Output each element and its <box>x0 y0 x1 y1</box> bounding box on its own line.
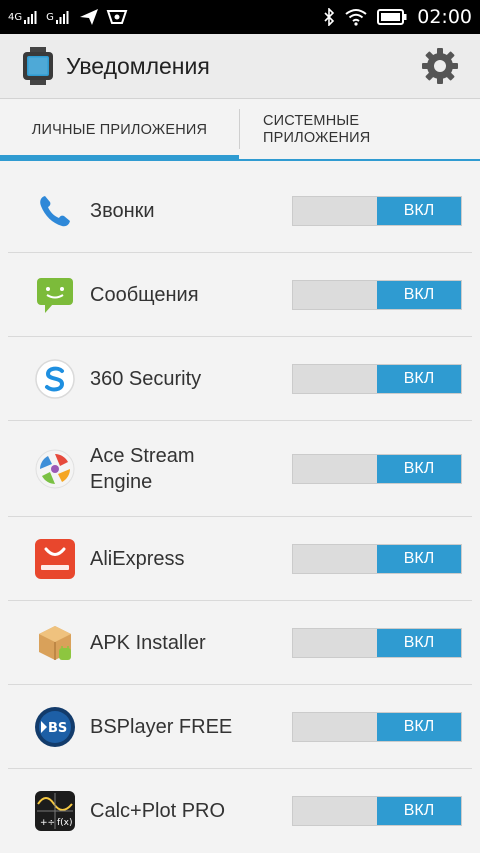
tab-personal-apps-label: ЛИЧНЫЕ ПРИЛОЖЕНИЯ <box>31 122 208 138</box>
page-title: Уведомления <box>66 53 210 79</box>
network-2-label: G <box>46 11 54 23</box>
notification-toggle[interactable]: ВКЛ <box>292 711 462 742</box>
action-bar: Уведомления <box>0 34 480 99</box>
toggle-on-label: ВКЛ <box>377 628 461 657</box>
360-security-icon <box>34 358 76 400</box>
bluetooth-icon <box>324 8 335 26</box>
network-1-label: 4G <box>8 11 23 23</box>
toggle-on-label: ВКЛ <box>377 280 461 309</box>
tab-personal-apps[interactable]: ЛИЧНЫЕ ПРИЛОЖЕНИЯ <box>0 99 239 161</box>
wifi-icon <box>345 9 367 26</box>
app-name: Звонки <box>90 199 155 222</box>
clock: 02:00 <box>417 6 472 28</box>
list-item: 360 Security ВКЛ <box>8 337 472 421</box>
status-right: 02:00 <box>323 0 472 34</box>
list-item: BS BSPlayer FREE ВКЛ <box>8 685 472 769</box>
toggle-on-label: ВКЛ <box>377 712 461 741</box>
app-name: APK Installer <box>90 631 206 654</box>
ace-stream-icon <box>34 448 76 490</box>
notification-toggle[interactable]: ВКЛ <box>292 796 462 826</box>
app-name: 360 Security <box>90 367 202 390</box>
toggle-on-label: ВКЛ <box>377 797 461 825</box>
list-item: APK Installer ВКЛ <box>8 601 472 685</box>
app-list: Звонки ВКЛ Сообщения ВКЛ 360 Security ВК… <box>0 169 480 853</box>
status-bar: 4G G 02:00 <box>0 0 480 34</box>
tab-system-apps-label: СИСТЕМНЫЕ ПРИЛОЖЕНИЯ <box>263 113 371 146</box>
app-name: BSPlayer FREE <box>90 715 233 738</box>
signal-icon <box>24 11 37 24</box>
tab-divider <box>239 109 240 149</box>
network-1: 4G <box>8 10 40 24</box>
phone-icon <box>34 190 76 232</box>
list-item: +÷ f(x) Calc+Plot PRO ВКЛ <box>8 769 472 853</box>
toggle-on-label: ВКЛ <box>377 544 461 573</box>
notification-toggle[interactable]: ВКЛ <box>292 195 462 226</box>
notification-toggle[interactable]: ВКЛ <box>292 627 462 658</box>
app-name: AliExpress <box>90 547 185 570</box>
list-item: Сообщения ВКЛ <box>8 253 472 337</box>
gear-icon <box>422 48 458 84</box>
status-left: 4G G <box>8 0 128 34</box>
calc-plot-icon: +÷ f(x) <box>34 790 76 832</box>
bsplayer-icon: BS <box>34 706 76 748</box>
toggle-on-label: ВКЛ <box>377 196 461 225</box>
send-icon <box>79 9 98 25</box>
app-name: Ace Stream Engine <box>90 444 195 493</box>
svg-text:+÷: +÷ <box>40 818 55 828</box>
notification-toggle[interactable]: ВКЛ <box>292 453 462 484</box>
notification-toggle[interactable]: ВКЛ <box>292 279 462 310</box>
list-item: Звонки ВКЛ <box>8 169 472 253</box>
aliexpress-icon <box>34 538 76 580</box>
notification-toggle[interactable]: ВКЛ <box>292 543 462 574</box>
settings-button[interactable] <box>418 44 462 88</box>
tab-system-apps[interactable]: СИСТЕМНЫЕ ПРИЛОЖЕНИЯ <box>241 99 480 161</box>
tab-bar: ЛИЧНЫЕ ПРИЛОЖЕНИЯ СИСТЕМНЫЕ ПРИЛОЖЕНИЯ <box>0 99 480 161</box>
list-item: Ace Stream Engine ВКЛ <box>8 421 472 517</box>
app-notification-icon <box>106 10 128 24</box>
toggle-on-label: ВКЛ <box>377 454 461 483</box>
list-item: AliExpress ВКЛ <box>8 517 472 601</box>
battery-icon <box>377 9 407 25</box>
svg-text:f(x): f(x) <box>57 818 73 828</box>
tab-baseline <box>0 159 480 161</box>
toggle-on-label: ВКЛ <box>377 364 461 393</box>
app-name: Сообщения <box>90 283 199 306</box>
watch-app-icon <box>23 47 53 85</box>
notification-toggle[interactable]: ВКЛ <box>292 363 462 394</box>
messages-icon <box>34 274 76 316</box>
app-name: Calc+Plot PRO <box>90 800 226 822</box>
apk-installer-icon <box>34 622 76 664</box>
network-2: G <box>46 10 72 24</box>
signal-icon <box>55 11 69 24</box>
svg-text:BS: BS <box>48 721 67 736</box>
